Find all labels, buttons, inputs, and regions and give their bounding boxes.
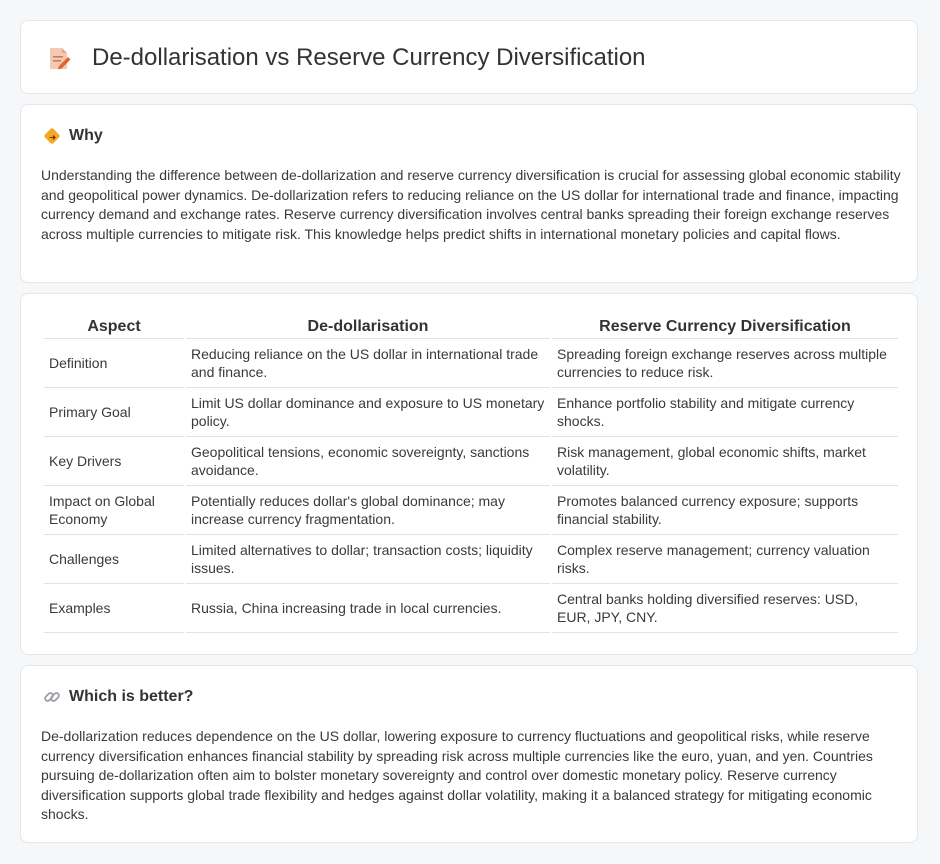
better-heading: Which is better? bbox=[69, 688, 194, 705]
aspect-cell: Challenges bbox=[44, 535, 184, 584]
aspect-cell: Examples bbox=[44, 584, 184, 633]
diversification-cell: Risk management, global economic shifts,… bbox=[552, 437, 898, 486]
diversification-cell: Enhance portfolio stability and mitigate… bbox=[552, 388, 898, 437]
table-row: Examples Russia, China increasing trade … bbox=[44, 584, 898, 633]
dedollarisation-cell: Russia, China increasing trade in local … bbox=[186, 584, 550, 633]
dedollarisation-cell: Reducing reliance on the US dollar in in… bbox=[186, 339, 550, 388]
diversification-cell: Spreading foreign exchange reserves acro… bbox=[552, 339, 898, 388]
diversification-cell: Central banks holding diversified reserv… bbox=[552, 584, 898, 633]
diamond-arrow-icon bbox=[44, 128, 60, 144]
document-pen-icon bbox=[50, 48, 71, 70]
aspect-cell: Key Drivers bbox=[44, 437, 184, 486]
comparison-table: Aspect De-dollarisation Reserve Currency… bbox=[42, 315, 900, 633]
dedollarisation-cell: Geopolitical tensions, economic sovereig… bbox=[186, 437, 550, 486]
dedollarisation-cell: Limit US dollar dominance and exposure t… bbox=[186, 388, 550, 437]
diversification-cell: Promotes balanced currency exposure; sup… bbox=[552, 486, 898, 535]
which-is-better-section: Which is better? De-dollarization reduce… bbox=[20, 665, 918, 843]
column-header: Aspect bbox=[44, 315, 184, 339]
table-header-row: Aspect De-dollarisation Reserve Currency… bbox=[44, 315, 898, 339]
comparison-section: Aspect De-dollarisation Reserve Currency… bbox=[20, 293, 918, 655]
aspect-cell: Primary Goal bbox=[44, 388, 184, 437]
why-section: Why Understanding the difference between… bbox=[20, 104, 918, 283]
column-header: De-dollarisation bbox=[186, 315, 550, 339]
table-row: Key Drivers Geopolitical tensions, econo… bbox=[44, 437, 898, 486]
table-row: Primary Goal Limit US dollar dominance a… bbox=[44, 388, 898, 437]
dedollarisation-cell: Potentially reduces dollar's global domi… bbox=[186, 486, 550, 535]
table-row: Challenges Limited alternatives to dolla… bbox=[44, 535, 898, 584]
why-heading: Why bbox=[69, 127, 103, 144]
link-icon bbox=[44, 692, 60, 702]
why-text: Understanding the difference between de-… bbox=[41, 167, 901, 242]
better-text: De-dollarization reduces dependence on t… bbox=[41, 728, 873, 823]
column-header: Reserve Currency Diversification bbox=[552, 315, 898, 339]
header-card: De-dollarisation vs Reserve Currency Div… bbox=[20, 20, 918, 94]
table-row: Definition Reducing reliance on the US d… bbox=[44, 339, 898, 388]
diversification-cell: Complex reserve management; currency val… bbox=[552, 535, 898, 584]
aspect-cell: Definition bbox=[44, 339, 184, 388]
table-row: Impact on Global Economy Potentially red… bbox=[44, 486, 898, 535]
page-title: De-dollarisation vs Reserve Currency Div… bbox=[92, 44, 646, 71]
dedollarisation-cell: Limited alternatives to dollar; transact… bbox=[186, 535, 550, 584]
aspect-cell: Impact on Global Economy bbox=[44, 486, 184, 535]
